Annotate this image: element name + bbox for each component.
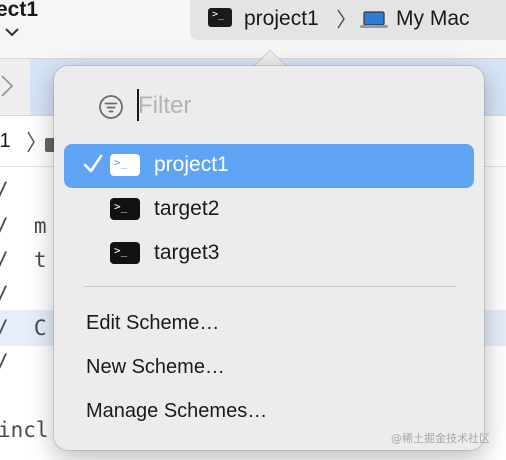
new-scheme-item[interactable]: New Scheme… [86, 356, 225, 379]
laptop-icon [360, 11, 388, 28]
window-title: ect1 [0, 0, 39, 21]
edit-scheme-item[interactable]: Edit Scheme… [86, 312, 219, 335]
chevron-right-icon [337, 9, 345, 29]
terminal-icon: >_ [208, 8, 232, 27]
run-destination[interactable]: My Mac [396, 7, 470, 31]
scheme-name[interactable]: project1 [244, 7, 319, 31]
jump-bar-item[interactable]: t1 [0, 130, 11, 153]
terminal-icon: >_ [110, 154, 140, 176]
menu-divider [84, 286, 456, 287]
manage-schemes-item[interactable]: Manage Schemes… [86, 400, 267, 423]
terminal-icon: >_ [110, 242, 140, 264]
target-label: target3 [154, 241, 220, 264]
checkmark-icon [83, 154, 103, 173]
watermark: @稀土掘金技术社区 [391, 432, 490, 445]
target-label: project1 [154, 153, 229, 176]
target-item-project1[interactable]: >_ project1 [64, 144, 474, 188]
popover-arrow [252, 49, 288, 68]
chevron-down-icon[interactable] [4, 26, 20, 38]
terminal-icon: >_ [110, 198, 140, 220]
filter-icon [99, 95, 123, 119]
target-item-target2[interactable]: >_ target2 [64, 188, 474, 232]
chevron-right-icon [27, 131, 35, 153]
scheme-popover: >_ project1 >_ target2 >_ target3 Edit S… [54, 66, 484, 450]
chevron-right-icon[interactable] [0, 68, 16, 104]
target-item-target3[interactable]: >_ target3 [64, 232, 474, 276]
filter-input[interactable] [138, 90, 458, 122]
target-label: target2 [154, 197, 220, 220]
